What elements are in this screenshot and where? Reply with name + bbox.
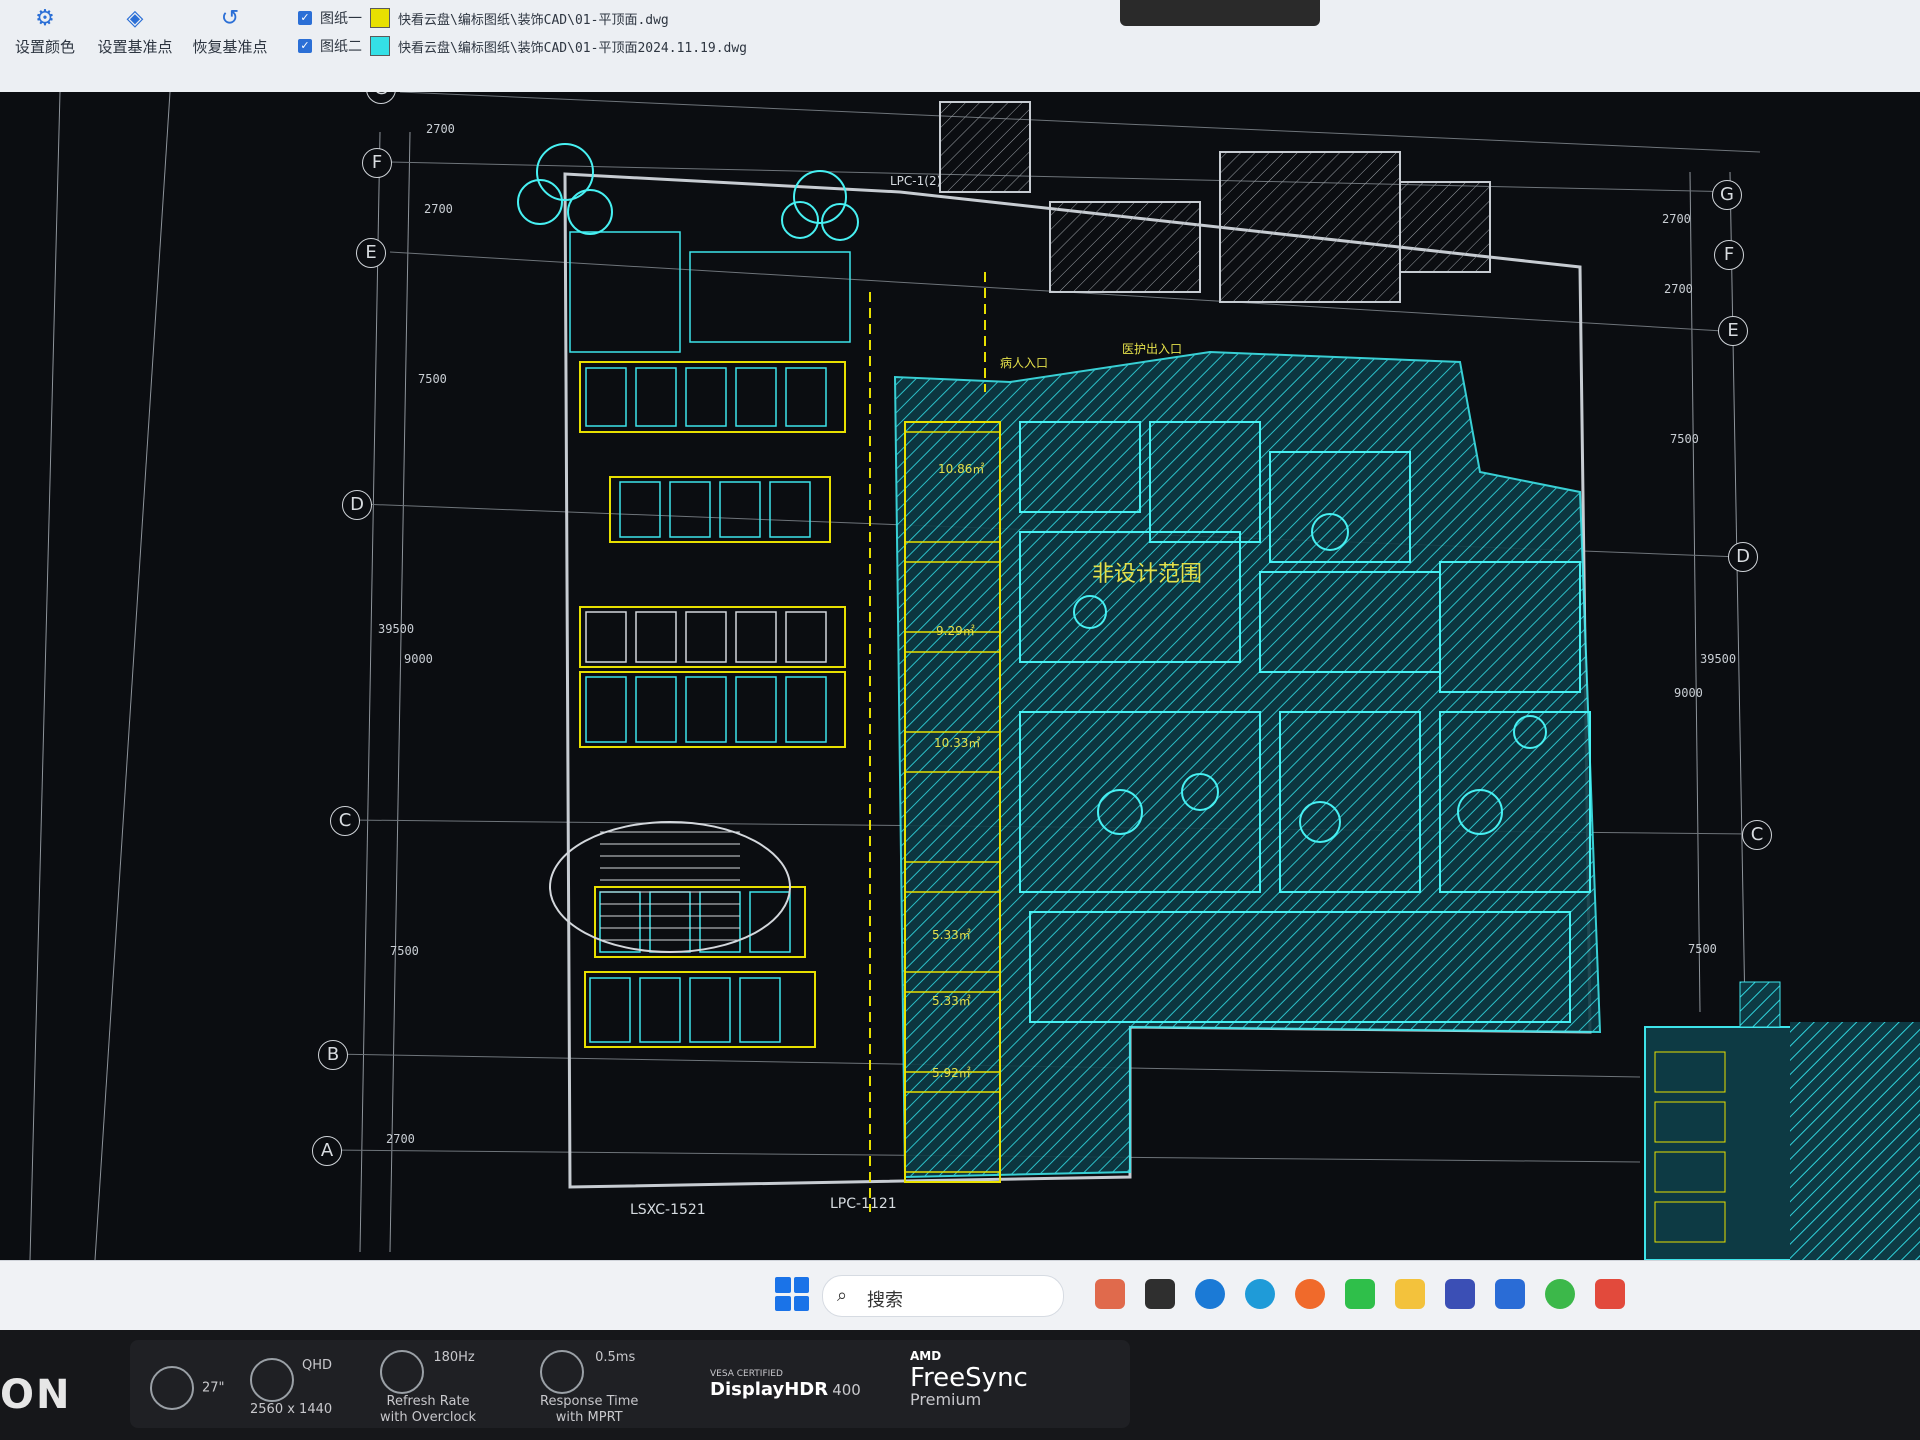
cad-drawing	[29, 92, 1920, 1260]
annotation-label: LPC-1121	[830, 1196, 897, 1212]
restore-base-label: 恢复基准点	[192, 38, 268, 56]
grid-axis-label: A	[312, 1136, 342, 1166]
layer-color-swatch[interactable]	[370, 36, 390, 56]
dimension-label: 7500	[1670, 432, 1699, 446]
palette-icon: ⚙	[35, 6, 55, 31]
app-triangle-icon[interactable]	[1445, 1279, 1475, 1309]
layer-row-2[interactable]: ✓ 图纸二 快看云盘\编标图纸\装饰CAD\01-平顶面2024.11.19.d…	[298, 36, 747, 56]
layer-path: 快看云盘\编标图纸\装饰CAD\01-平顶面2024.11.19.dwg	[398, 40, 748, 56]
monitor-size-icon	[150, 1366, 194, 1410]
wechat-icon[interactable]	[1545, 1279, 1575, 1309]
layer-color-swatch[interactable]	[370, 8, 390, 28]
office-app-icon[interactable]	[1595, 1279, 1625, 1309]
set-base-point-button[interactable]: ◈ 设置基准点	[80, 6, 190, 57]
area-label: 5.92㎡	[932, 1066, 971, 1080]
grid-axis-label: C	[330, 806, 360, 836]
grid-axis-label: D	[1728, 542, 1758, 572]
area-label: 10.86㎡	[938, 462, 985, 476]
edge-browser-icon[interactable]	[1195, 1279, 1225, 1309]
qhd-icon	[250, 1358, 294, 1402]
room-label: 非设计范围	[1092, 562, 1203, 587]
dimension-label: 2700	[386, 1132, 415, 1146]
grid-axis-label: D	[342, 490, 372, 520]
widget-icon[interactable]	[1095, 1279, 1125, 1309]
dimension-label: 39500	[378, 622, 415, 636]
edge-dev-icon[interactable]	[1245, 1279, 1275, 1309]
spec-refresh: 180Hz Refresh Rate with Overclock	[380, 1350, 477, 1425]
firefox-icon[interactable]	[1295, 1279, 1325, 1309]
set-color-label: 设置颜色	[14, 38, 75, 56]
monitor-webcam-bar	[1120, 0, 1320, 26]
grid-axis-label: F	[362, 148, 392, 178]
area-label: 5.33㎡	[932, 994, 971, 1008]
taskbar-search-box[interactable]: ⌕ 搜索	[822, 1275, 1064, 1317]
annotation-label: 医护出入口	[1122, 342, 1183, 356]
refresh-rate-icon	[380, 1350, 424, 1394]
spec-hdr: VESA CERTIFIED DisplayHDR 400	[710, 1369, 861, 1400]
screen: ⚙ 设置颜色 ◈ 设置基准点 ↺ 恢复基准点 ✓ 图纸一 快看云盘\编标图纸\装…	[0, 0, 1920, 1331]
dimension-label: 9000	[1674, 686, 1703, 700]
dimension-label: 7500	[390, 944, 419, 958]
checkbox-icon[interactable]: ✓	[298, 39, 312, 53]
undo-icon: ↺	[220, 6, 240, 31]
dimension-label: 9000	[404, 652, 433, 666]
target-icon: ◈	[126, 6, 144, 31]
annotation-label: LSXC-1521	[630, 1202, 706, 1218]
dimension-label: 2700	[1664, 282, 1693, 296]
spec-size: 27"	[150, 1366, 225, 1410]
layer-name: 图纸二	[320, 39, 362, 55]
taskbar: ⌕ 搜索	[0, 1260, 1920, 1331]
dimension-label: 2700	[426, 122, 455, 136]
grid-axis-label: F	[1714, 240, 1744, 270]
set-base-label: 设置基准点	[97, 38, 173, 56]
grid-axis-label: B	[318, 1040, 348, 1070]
spec-resolution: QHD 2560 x 1440	[250, 1358, 333, 1417]
grid-axis-label: E	[356, 238, 386, 268]
spec-freesync: AMD FreeSync Premium	[910, 1349, 1028, 1409]
layer-row-1[interactable]: ✓ 图纸一 快看云盘\编标图纸\装饰CAD\01-平顶面.dwg	[298, 8, 669, 28]
toolbar: ⚙ 设置颜色 ◈ 设置基准点 ↺ 恢复基准点 ✓ 图纸一 快看云盘\编标图纸\装…	[0, 0, 1920, 93]
search-placeholder: 搜索	[867, 1290, 903, 1311]
layer-name: 图纸一	[320, 11, 362, 27]
chat-app-icon[interactable]	[1345, 1279, 1375, 1309]
dimension-label: 2700	[424, 202, 453, 216]
dimension-label: 39500	[1700, 652, 1737, 666]
dimension-label: 2700	[1662, 212, 1691, 226]
dimension-label: 7500	[418, 372, 447, 386]
response-time-icon	[540, 1350, 584, 1394]
task-view-icon[interactable]	[1145, 1279, 1175, 1309]
annotation-label: LPC-1(2)	[890, 174, 942, 188]
grid-axis-label: C	[1742, 820, 1772, 850]
spec-response: 0.5ms Response Time with MPRT	[540, 1350, 639, 1425]
file-explorer-icon[interactable]	[1395, 1279, 1425, 1309]
annotation-label: 病人入口	[1000, 356, 1049, 370]
cad-viewer-icon[interactable]	[1495, 1279, 1525, 1309]
checkbox-icon[interactable]: ✓	[298, 11, 312, 25]
grid-axis-label: E	[1718, 316, 1748, 346]
monitor-spec-sticker: 27" QHD 2560 x 1440 180Hz Refresh Rate with…	[130, 1340, 1130, 1428]
dimension-label: 7500	[1688, 942, 1717, 956]
area-label: 10.33㎡	[934, 736, 981, 750]
restore-base-point-button[interactable]: ↺ 恢复基准点	[175, 6, 285, 57]
cad-canvas[interactable]: G F E D C B A G F E D C 2700 2700 7500 3…	[0, 92, 1920, 1260]
monitor-brand-logo: ON	[0, 1372, 72, 1418]
layer-path: 快看云盘\编标图纸\装饰CAD\01-平顶面.dwg	[398, 12, 669, 28]
grid-axis-label: G	[1712, 180, 1742, 210]
area-label: 9.29㎡	[936, 624, 975, 638]
area-label: 5.33㎡	[932, 928, 971, 942]
search-icon: ⌕	[837, 1285, 848, 1306]
windows-start-icon[interactable]	[775, 1277, 809, 1311]
